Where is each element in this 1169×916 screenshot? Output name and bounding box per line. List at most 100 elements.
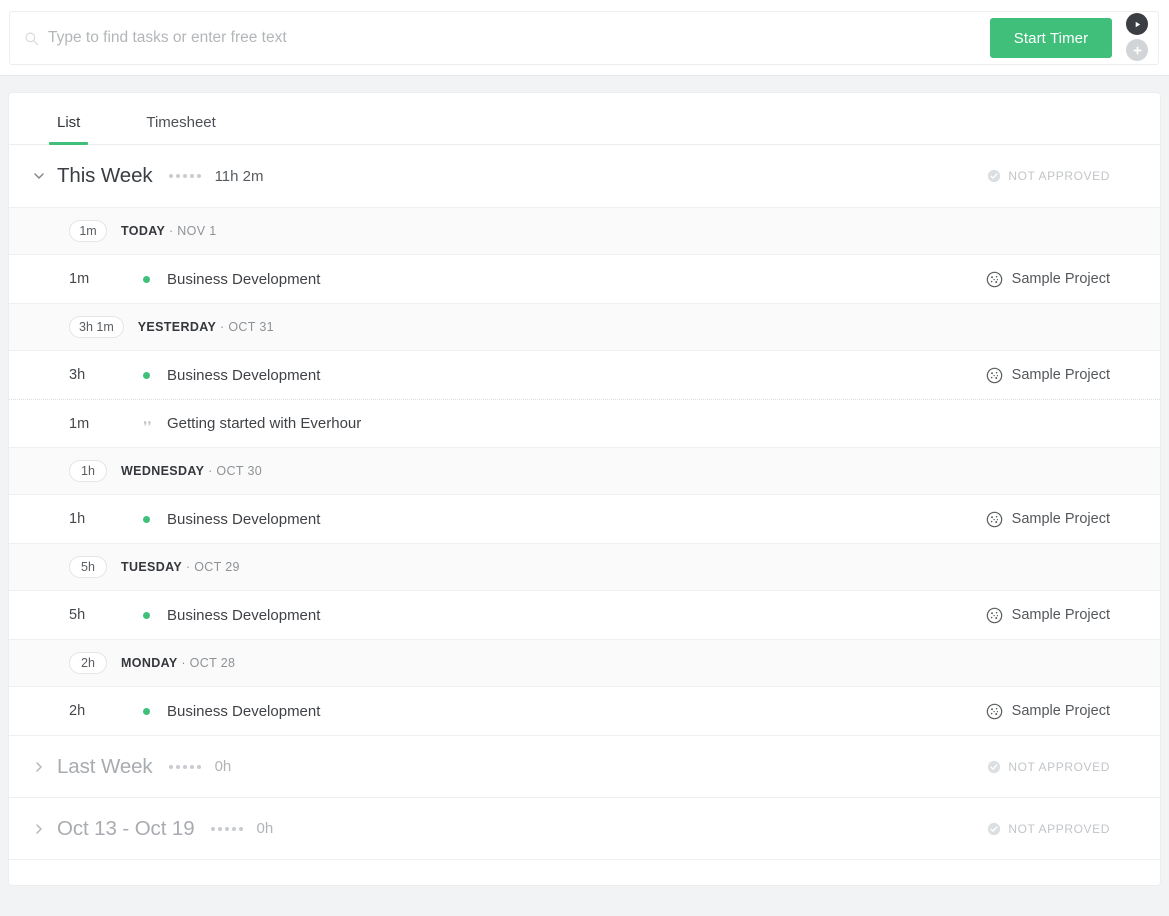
task-row[interactable]: 1m Business Development Sample Project (9, 255, 1160, 303)
project-name: Sample Project (1011, 367, 1110, 383)
time-entries-card: List Timesheet This Week 11h 2m NOT APPR… (8, 92, 1161, 886)
approval-label: NOT APPROVED (1008, 821, 1110, 836)
next-group-partial (9, 859, 1160, 885)
tab-bar: List Timesheet (9, 93, 1160, 145)
search-icon (24, 31, 39, 46)
week-group-header-this-week[interactable]: This Week 11h 2m NOT APPROVED (9, 145, 1160, 207)
day-date: · OCT 30 (208, 464, 263, 478)
task-name[interactable]: Business Development (167, 511, 320, 528)
task-row[interactable]: 1h Business Development Sample Project (9, 495, 1160, 543)
task-marker (143, 371, 167, 379)
day-header-row[interactable]: 2h MONDAY · OCT 28 (9, 639, 1160, 687)
task-name[interactable]: Business Development (167, 703, 320, 720)
task-row[interactable]: 3h Business Development Sample Project (9, 351, 1160, 399)
task-duration[interactable]: 5h (69, 607, 117, 623)
task-duration[interactable]: 3h (69, 367, 117, 383)
project-icon (986, 703, 1003, 720)
task-marker (143, 418, 167, 430)
day-name: YESTERDAY (137, 320, 217, 334)
day-name: TUESDAY (121, 560, 183, 574)
day-label: TODAY · NOV 1 (121, 224, 217, 238)
plus-icon[interactable] (1126, 39, 1148, 61)
task-name[interactable]: Business Development (167, 271, 320, 288)
week-title: Oct 13 - Oct 19 (57, 816, 195, 840)
task-project[interactable]: Sample Project (986, 703, 1110, 720)
status-dot-icon (143, 611, 150, 619)
separator-dots (168, 764, 201, 769)
week-title: This Week (57, 164, 153, 187)
task-marker (143, 707, 167, 715)
day-header-row[interactable]: 3h 1m YESTERDAY · OCT 31 (9, 303, 1160, 351)
task-row[interactable]: 2h Business Development Sample Project (9, 687, 1160, 735)
approval-status[interactable]: NOT APPROVED (987, 760, 1110, 774)
task-duration[interactable]: 1h (69, 511, 117, 527)
status-dot-icon (143, 275, 150, 283)
separator-dots (210, 826, 243, 831)
day-date: · OCT 31 (220, 320, 274, 334)
week-title: Last Week (57, 754, 153, 778)
week-total: 0h (256, 820, 274, 837)
day-total-pill: 1h (69, 460, 107, 482)
task-duration[interactable]: 1m (69, 416, 117, 432)
task-marker (143, 611, 167, 619)
tab-list[interactable]: List (49, 114, 89, 145)
task-name[interactable]: Business Development (167, 607, 320, 624)
task-name[interactable]: Getting started with Everhour (167, 415, 361, 432)
day-label: YESTERDAY · OCT 31 (138, 320, 274, 334)
top-bar: Start Timer (0, 0, 1169, 76)
day-header-row[interactable]: 1m TODAY · NOV 1 (9, 207, 1160, 255)
day-date: · NOV 1 (168, 224, 217, 238)
approval-label: NOT APPROVED (1008, 169, 1110, 183)
status-dot-icon (143, 707, 150, 715)
task-marker (143, 515, 167, 523)
week-group-header-oct-13-oct-19[interactable]: Oct 13 - Oct 19 0h NOT APPROVED (9, 797, 1160, 859)
day-total-pill: 1m (69, 220, 107, 242)
day-total-pill: 2h (69, 652, 107, 674)
search-box[interactable] (9, 11, 1159, 65)
status-dot-icon (143, 371, 150, 379)
day-label: MONDAY · OCT 28 (121, 656, 235, 670)
approval-status[interactable]: NOT APPROVED (987, 169, 1110, 183)
tab-timesheet[interactable]: Timesheet (138, 114, 223, 144)
quote-icon (143, 418, 155, 430)
week-total: 11h 2m (214, 167, 264, 185)
day-label: WEDNESDAY · OCT 30 (121, 464, 262, 478)
project-name: Sample Project (1011, 703, 1110, 719)
day-header-row[interactable]: 1h WEDNESDAY · OCT 30 (9, 447, 1160, 495)
task-project[interactable]: Sample Project (986, 607, 1110, 624)
day-header-row[interactable]: 5h TUESDAY · OCT 29 (9, 543, 1160, 591)
task-duration[interactable]: 1m (69, 271, 117, 287)
task-project[interactable]: Sample Project (986, 511, 1110, 528)
week-group-header-last-week[interactable]: Last Week 0h NOT APPROVED (9, 735, 1160, 797)
approval-status[interactable]: NOT APPROVED (987, 822, 1110, 836)
task-project[interactable]: Sample Project (986, 367, 1110, 384)
task-name[interactable]: Business Development (167, 367, 320, 384)
day-total-pill: 3h 1m (69, 316, 124, 338)
project-name: Sample Project (1011, 607, 1110, 623)
project-icon (986, 271, 1003, 288)
day-date: · OCT 29 (185, 560, 240, 574)
project-name: Sample Project (1011, 271, 1110, 287)
task-project[interactable]: Sample Project (986, 271, 1110, 288)
check-circle-icon (987, 822, 1001, 836)
week-total: 0h (214, 758, 232, 775)
project-icon (986, 511, 1003, 528)
status-dot-icon (143, 515, 150, 523)
task-duration[interactable]: 2h (69, 703, 117, 719)
chevron-right-icon (31, 821, 47, 837)
project-icon (986, 367, 1003, 384)
start-timer-button[interactable]: Start Timer (990, 18, 1112, 58)
project-icon (986, 607, 1003, 624)
task-row[interactable]: 1m Getting started with Everhour (9, 399, 1160, 447)
day-date: · OCT 28 (181, 656, 236, 670)
project-name: Sample Project (1011, 511, 1110, 527)
play-icon[interactable] (1126, 13, 1148, 35)
mini-action-buttons (1124, 13, 1150, 61)
task-row[interactable]: 5h Business Development Sample Project (9, 591, 1160, 639)
task-marker (143, 275, 167, 283)
check-circle-icon (987, 169, 1001, 183)
search-input[interactable] (48, 29, 748, 47)
chevron-right-icon (31, 759, 47, 775)
approval-label: NOT APPROVED (1008, 759, 1110, 774)
day-label: TUESDAY · OCT 29 (121, 560, 240, 574)
